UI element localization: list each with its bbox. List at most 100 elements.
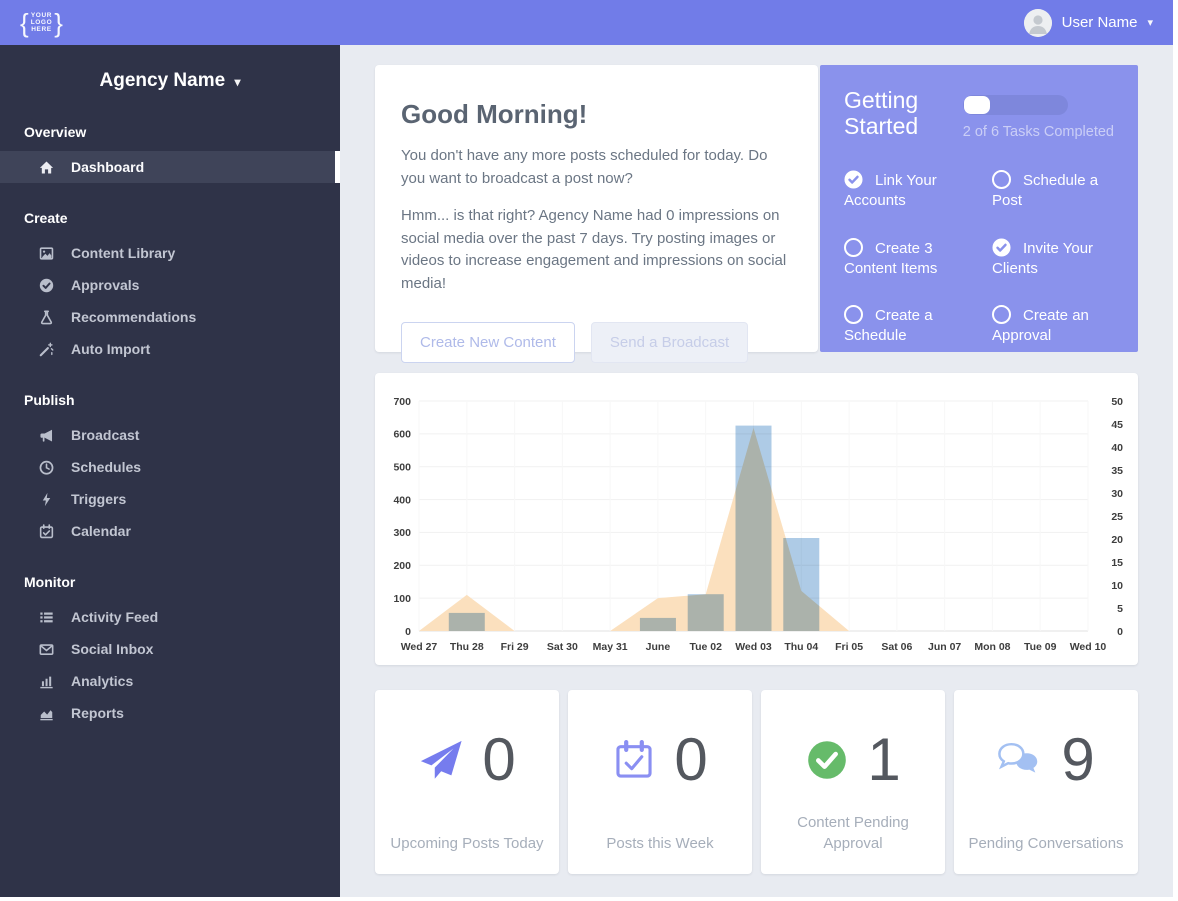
- svg-text:500: 500: [393, 462, 411, 474]
- svg-text:40: 40: [1111, 442, 1123, 454]
- image-icon: [38, 245, 55, 262]
- svg-text:Fri 29: Fri 29: [501, 641, 529, 653]
- calendar-check-icon: [612, 738, 656, 782]
- svg-text:Sat 06: Sat 06: [881, 641, 912, 653]
- task-link-your-accounts[interactable]: Link Your Accounts: [844, 170, 966, 212]
- nav-item-label: Broadcast: [71, 427, 139, 443]
- chat-bubbles-icon: [997, 737, 1043, 783]
- checked-circle-icon: [844, 170, 863, 189]
- stat-label: Posts this Week: [606, 833, 713, 854]
- svg-text:5: 5: [1117, 603, 1123, 615]
- megaphone-icon: [38, 427, 55, 444]
- stat-card-upcoming-posts-today[interactable]: 0Upcoming Posts Today: [375, 690, 559, 874]
- logo-line: LOGO: [31, 19, 53, 26]
- top-bar: { YOUR LOGO HERE } User Name ▾: [0, 0, 1173, 45]
- x-axis-labels: Wed 27Thu 28Fri 29Sat 30May 31JuneTue 02…: [401, 641, 1107, 653]
- nav-section-title: Create: [0, 210, 340, 226]
- user-name-label: User Name: [1062, 14, 1138, 31]
- task-create-an-approval[interactable]: Create an Approval: [992, 305, 1114, 347]
- send-a-broadcast-button[interactable]: Send a Broadcast: [591, 322, 748, 363]
- svg-text:Sat 30: Sat 30: [547, 641, 578, 653]
- svg-text:Wed 03: Wed 03: [735, 641, 772, 653]
- bar-chart-icon: [38, 673, 55, 690]
- logo-line: HERE: [31, 26, 53, 33]
- stat-value: 0: [674, 730, 707, 790]
- nav-item-label: Calendar: [71, 523, 131, 539]
- getting-started-title: Getting Started: [844, 87, 947, 140]
- sidebar-item-content-library[interactable]: Content Library: [0, 237, 340, 269]
- check-circle-icon: [38, 277, 55, 294]
- sidebar-item-reports[interactable]: Reports: [0, 697, 340, 729]
- task-schedule-a-post[interactable]: Schedule a Post: [992, 170, 1114, 212]
- unchecked-circle-icon: [992, 170, 1011, 189]
- sidebar-item-calendar[interactable]: Calendar: [0, 515, 340, 547]
- nav-section-title: Overview: [0, 124, 340, 140]
- svg-text:300: 300: [393, 527, 411, 539]
- sidebar-item-social-inbox[interactable]: Social Inbox: [0, 633, 340, 665]
- stat-value: 9: [1061, 730, 1094, 790]
- svg-text:30: 30: [1111, 488, 1123, 500]
- app-logo[interactable]: { YOUR LOGO HERE }: [20, 10, 63, 36]
- task-create-a-schedule[interactable]: Create a Schedule: [844, 305, 966, 347]
- nav-section-create: Create Content Library Approvals Recommenda…: [0, 210, 340, 365]
- sidebar-item-analytics[interactable]: Analytics: [0, 665, 340, 697]
- svg-text:Fri 05: Fri 05: [835, 641, 863, 653]
- sidebar-item-broadcast[interactable]: Broadcast: [0, 419, 340, 451]
- nav-item-label: Social Inbox: [71, 641, 153, 657]
- svg-text:25: 25: [1111, 511, 1123, 523]
- nav-section-monitor: MonitorActivity FeedSocial InboxAnalytic…: [0, 574, 340, 729]
- svg-text:Tue 02: Tue 02: [689, 641, 722, 653]
- right-axis-labels: 05101520253035404550: [1111, 396, 1123, 638]
- activity-chart: 0100200300400500600700051015202530354045…: [385, 387, 1128, 657]
- sidebar-item-recommendations[interactable]: Recommendations: [0, 301, 340, 333]
- nav-item-label: Dashboard: [71, 159, 144, 175]
- svg-text:Thu 04: Thu 04: [784, 641, 818, 653]
- svg-text:Wed 10: Wed 10: [1070, 641, 1107, 653]
- agency-selector[interactable]: Agency Name ▾: [0, 45, 340, 92]
- agency-name-label: Agency Name: [100, 70, 226, 91]
- stat-card-pending-conversations[interactable]: 9 Pending Conversations: [954, 690, 1138, 874]
- list-icon: [38, 609, 55, 626]
- svg-text:700: 700: [393, 396, 411, 408]
- home-icon: [38, 159, 55, 176]
- nav-item-label: Schedules: [71, 459, 141, 475]
- nav-item-label: Analytics: [71, 673, 133, 689]
- create-new-content-button[interactable]: Create New Content: [401, 322, 575, 363]
- stat-card-posts-this-week[interactable]: 0 Posts this Week: [568, 690, 752, 874]
- sidebar-item-triggers[interactable]: Triggers: [0, 483, 340, 515]
- stat-value: 1: [867, 730, 900, 790]
- svg-text:0: 0: [405, 626, 411, 638]
- checked-circle-icon: [992, 238, 1011, 257]
- svg-text:Jun 07: Jun 07: [928, 641, 961, 653]
- stat-card-content-pending-approval[interactable]: 1Content Pending Approval: [761, 690, 945, 874]
- task-invite-your-clients[interactable]: Invite Your Clients: [992, 238, 1114, 280]
- greeting-title: Good Morning!: [401, 99, 792, 130]
- svg-text:10: 10: [1111, 580, 1123, 592]
- nav-section-publish: PublishBroadcastSchedulesTriggersCalenda…: [0, 392, 340, 547]
- stat-label: Pending Conversations: [968, 833, 1123, 854]
- svg-text:35: 35: [1111, 465, 1123, 477]
- sidebar-item-approvals[interactable]: Approvals: [0, 269, 340, 301]
- user-menu[interactable]: User Name ▾: [1024, 9, 1153, 37]
- sidebar-item-schedules[interactable]: Schedules: [0, 451, 340, 483]
- task-create-3-content-items[interactable]: Create 3 Content Items: [844, 238, 966, 280]
- svg-text:June: June: [646, 641, 671, 653]
- nav-item-label: Auto Import: [71, 341, 150, 357]
- nav-item-label: Content Library: [71, 245, 175, 261]
- nav-item-label: Recommendations: [71, 309, 196, 325]
- svg-text:600: 600: [393, 429, 411, 441]
- sidebar-item-auto-import[interactable]: Auto Import: [0, 333, 340, 365]
- sidebar-item-activity-feed[interactable]: Activity Feed: [0, 601, 340, 633]
- progress-bar: [963, 95, 1068, 115]
- avatar: [1024, 9, 1052, 37]
- svg-text:400: 400: [393, 494, 411, 506]
- progress-text: 2 of 6 Tasks Completed: [963, 124, 1114, 140]
- svg-text:Mon 08: Mon 08: [974, 641, 1010, 653]
- svg-text:0: 0: [1117, 626, 1123, 638]
- svg-text:Wed 27: Wed 27: [401, 641, 438, 653]
- chevron-down-icon: ▾: [1147, 16, 1153, 29]
- main-content: Good Morning! You don't have any more po…: [340, 45, 1173, 897]
- sidebar-item-dashboard[interactable]: Dashboard: [0, 151, 340, 183]
- nav-item-label: Triggers: [71, 491, 126, 507]
- stat-label: Upcoming Posts Today: [390, 833, 543, 854]
